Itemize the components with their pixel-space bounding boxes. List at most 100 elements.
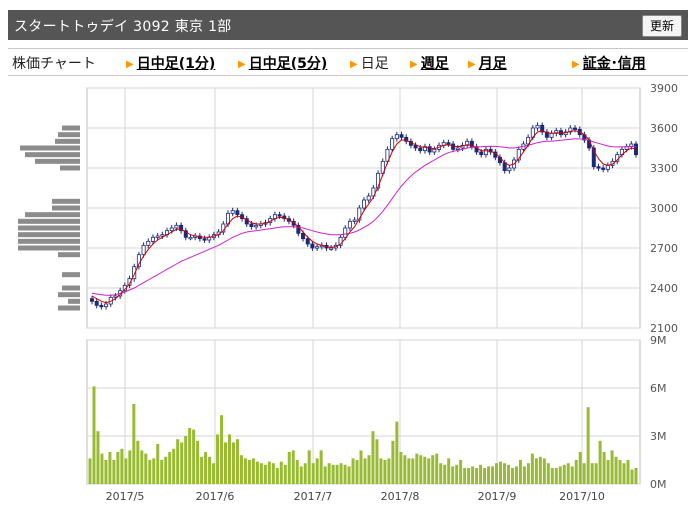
- candle-body: [174, 224, 179, 229]
- candle-body: [301, 232, 306, 240]
- volume-bar: [475, 468, 479, 484]
- candle-body: [413, 144, 418, 149]
- candle-body: [394, 134, 399, 140]
- x-tick-label: 2017/7: [294, 490, 333, 503]
- price-volume-profile-bar: [62, 125, 80, 131]
- volume-bar: [574, 460, 578, 484]
- candle-body: [202, 238, 207, 241]
- candle-body: [390, 138, 395, 150]
- candle-body: [535, 124, 540, 129]
- volume-bar: [160, 460, 164, 484]
- volume-bar: [606, 460, 610, 484]
- volume-bar: [204, 452, 208, 484]
- volume-bar: [407, 458, 411, 484]
- candle-body: [549, 132, 554, 138]
- volume-bar: [303, 463, 307, 484]
- volume-bar: [343, 464, 347, 484]
- volume-bar: [104, 460, 108, 484]
- candle-body: [315, 246, 320, 249]
- price-volume-profile-bar: [18, 245, 80, 251]
- volume-bar: [263, 464, 267, 484]
- volume-bar: [566, 463, 570, 484]
- candle-body: [99, 304, 104, 308]
- candle-body: [507, 167, 512, 172]
- volume-bar: [518, 460, 522, 484]
- volume-bar: [363, 458, 367, 484]
- price-tick-label: 3300: [650, 162, 678, 175]
- volume-bar: [347, 466, 351, 484]
- volume-bar: [562, 464, 566, 484]
- volume-bar: [570, 466, 574, 484]
- volume-bar: [132, 404, 136, 484]
- volume-bar: [534, 458, 538, 484]
- volume-bar: [618, 460, 622, 484]
- price-volume-profile-bar: [18, 232, 80, 238]
- candle-body: [601, 167, 606, 170]
- price-volume-profile-bar: [58, 252, 80, 258]
- volume-bar: [188, 428, 192, 484]
- candle-body: [188, 236, 193, 240]
- volume-bar: [192, 429, 196, 484]
- candle-body: [104, 303, 109, 308]
- volume-bar: [371, 431, 375, 484]
- volume-bar: [506, 464, 510, 484]
- volume-bar: [128, 450, 132, 484]
- volume-bar: [467, 468, 471, 484]
- volume-bar: [100, 453, 104, 484]
- candle-body: [94, 300, 99, 306]
- volume-bar: [168, 452, 172, 484]
- candle-body: [432, 148, 437, 153]
- volume-bar: [399, 452, 403, 484]
- price-volume-profile-bar: [20, 145, 80, 151]
- volume-bar: [634, 468, 638, 484]
- volume-bar: [164, 456, 168, 484]
- price-volume-profile-bar: [58, 305, 80, 311]
- price-tick-label: 3600: [650, 122, 678, 135]
- price-volume-profile-bar: [55, 138, 80, 144]
- candle-body: [573, 127, 578, 130]
- volume-bar: [124, 458, 128, 484]
- volume-bar: [578, 452, 582, 484]
- volume-bar: [299, 466, 303, 484]
- volume-bar: [495, 463, 499, 484]
- volume-bar: [267, 461, 271, 484]
- candle-body: [254, 224, 259, 228]
- candle-body: [605, 164, 610, 170]
- volume-bar: [120, 448, 124, 484]
- volume-bar: [176, 439, 180, 484]
- volume-bar: [116, 452, 120, 484]
- price-volume-profile-bar: [52, 198, 80, 204]
- volume-bar: [471, 466, 475, 484]
- volume-bar: [510, 468, 514, 484]
- price-panel: 2100240027003000330036003900: [18, 82, 678, 335]
- volume-bar: [315, 458, 319, 484]
- volume-bar: [491, 466, 495, 484]
- candle-body: [277, 214, 282, 217]
- candle-body: [455, 147, 460, 150]
- volume-bar: [323, 466, 327, 484]
- volume-bar: [610, 450, 614, 484]
- volume-bar: [148, 460, 152, 484]
- volume-bar: [546, 463, 550, 484]
- volume-bar: [455, 464, 459, 484]
- volume-tick-label: 6M: [650, 382, 667, 395]
- candle-body: [230, 210, 235, 214]
- candle-body: [483, 148, 488, 156]
- price-tick-label: 3900: [650, 82, 678, 95]
- candle-body: [160, 234, 165, 237]
- volume-bar: [379, 458, 383, 484]
- volume-bar: [108, 452, 112, 484]
- volume-bar: [554, 468, 558, 484]
- volume-bar: [558, 466, 562, 484]
- price-volume-profile-bar: [52, 205, 80, 211]
- volume-bar: [415, 453, 419, 484]
- volume-bar: [387, 458, 391, 484]
- volume-bar: [522, 466, 526, 484]
- candle-body: [169, 227, 174, 232]
- candle-body: [446, 142, 451, 145]
- volume-bar: [239, 455, 243, 484]
- volume-bar: [435, 453, 439, 484]
- volume-bar: [184, 436, 188, 484]
- volume-tick-label: 9M: [650, 334, 667, 347]
- volume-bar: [630, 469, 634, 484]
